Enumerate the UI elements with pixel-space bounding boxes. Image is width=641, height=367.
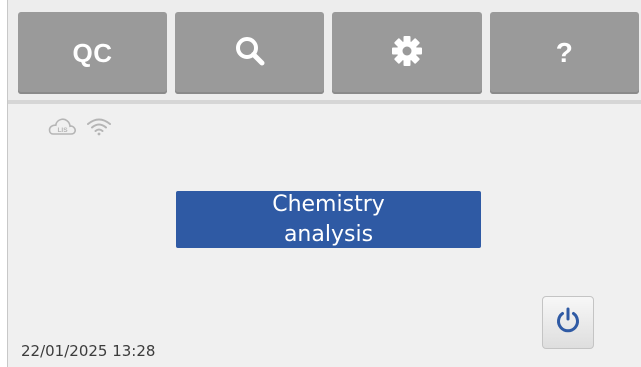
qc-button[interactable]: QC <box>18 12 167 94</box>
status-icons: LIS <box>46 117 112 139</box>
qc-button-label: QC <box>72 37 113 68</box>
cloud-icon-label: LIS <box>57 127 68 134</box>
search-icon <box>233 34 267 73</box>
cloud-icon: LIS <box>46 115 78 142</box>
search-button[interactable] <box>175 12 324 94</box>
help-button-label: ? <box>555 37 574 68</box>
device-screen: QC ? LIS Chemistry analysis 22/01/2025 1… <box>7 0 641 367</box>
gear-icon <box>390 34 424 73</box>
settings-button[interactable] <box>332 12 482 94</box>
help-button[interactable]: ? <box>490 12 639 94</box>
chemistry-analysis-button[interactable]: Chemistry analysis <box>176 191 481 248</box>
power-button[interactable] <box>542 296 594 349</box>
datetime-display: 22/01/2025 13:28 <box>21 342 156 360</box>
wifi-icon <box>86 116 112 141</box>
top-toolbar: QC ? <box>8 0 641 104</box>
power-icon <box>554 306 582 339</box>
chemistry-analysis-label: Chemistry analysis <box>272 191 385 247</box>
